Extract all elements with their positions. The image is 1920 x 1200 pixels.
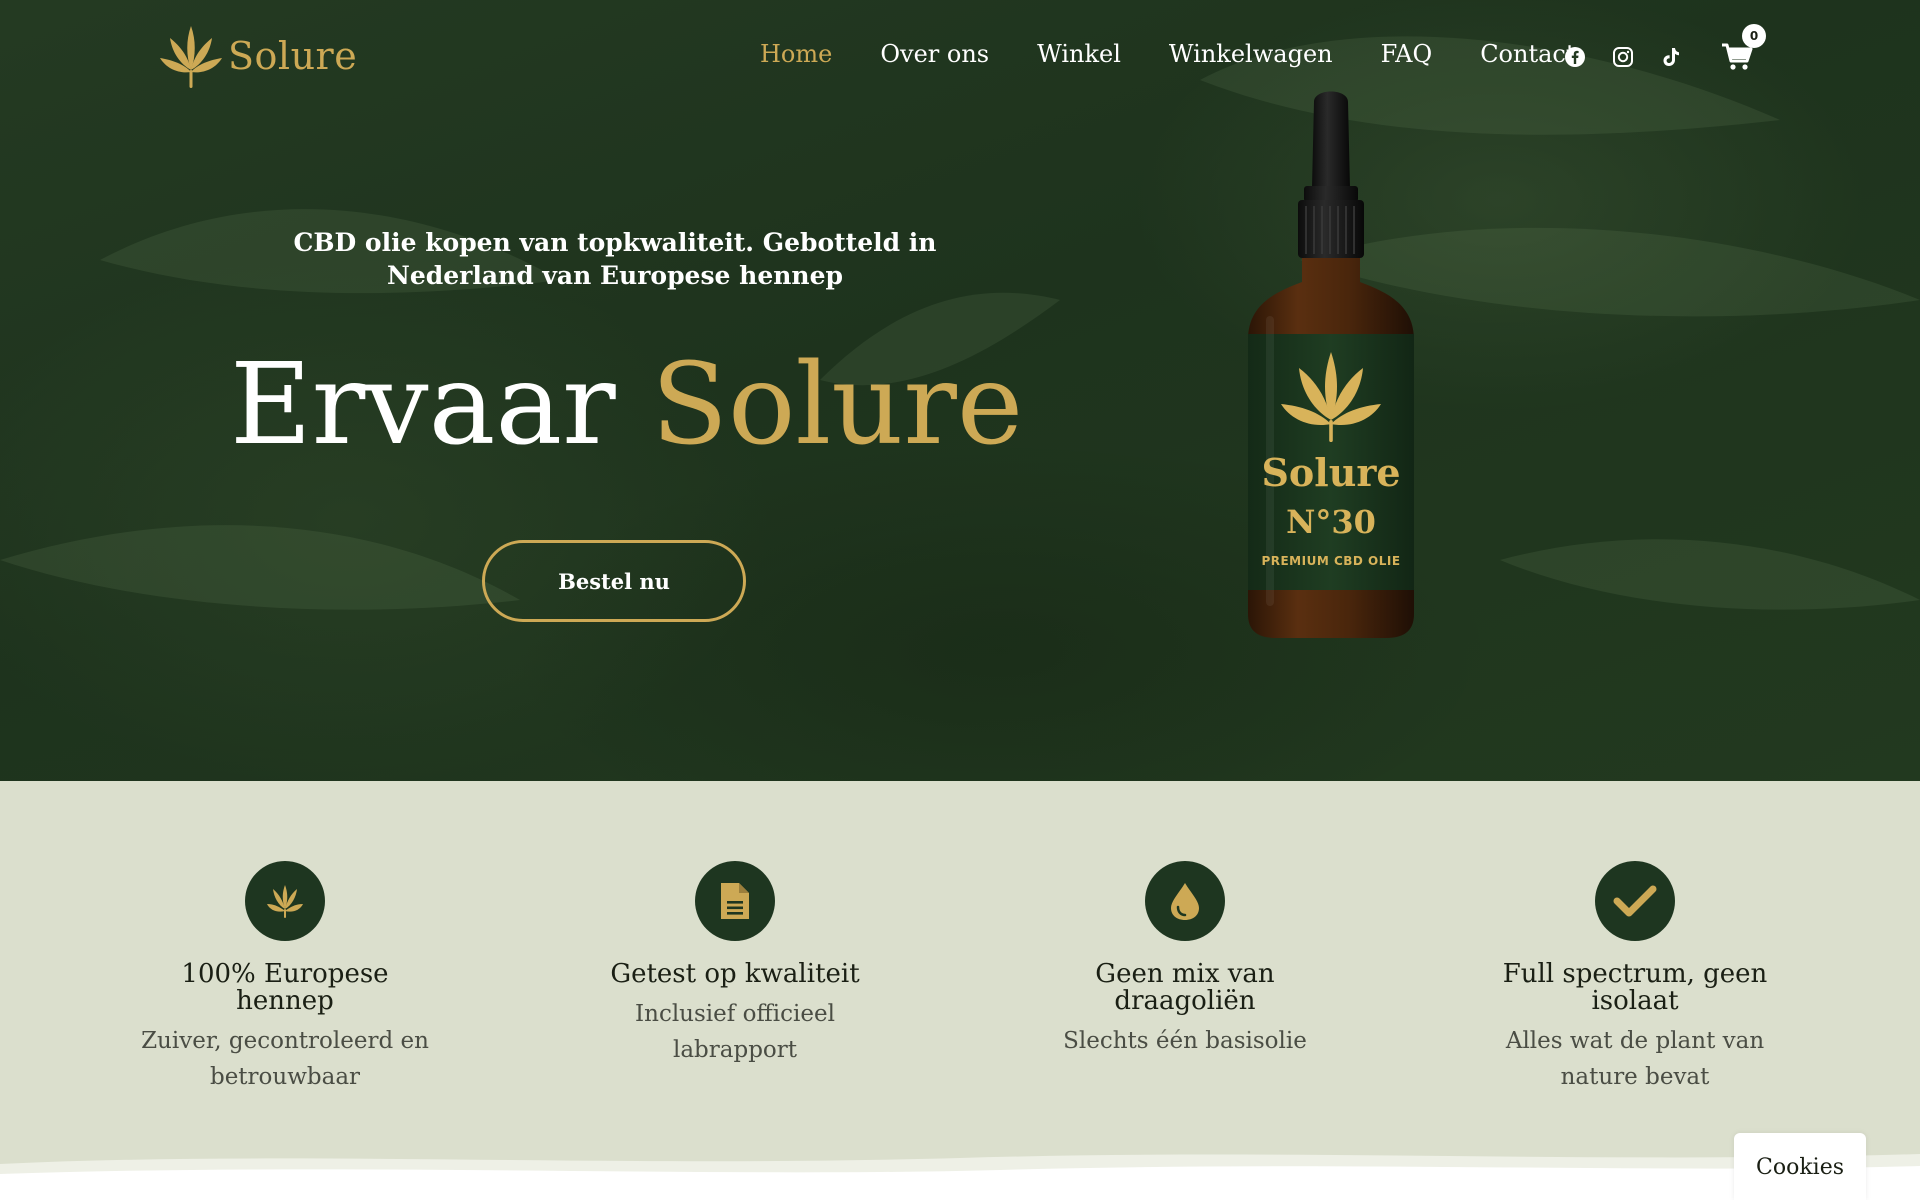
- product-name: Solure: [1261, 450, 1401, 495]
- feature-item: 100% Europese hennep Zuiver, gecontrolee…: [135, 861, 435, 1095]
- cart-count-badge: 0: [1742, 24, 1766, 48]
- feature-title: 100% Europese hennep: [181, 959, 389, 1016]
- feature-icon-circle: [1145, 861, 1225, 941]
- headline-white: Ervaar: [230, 340, 616, 470]
- nav-item-winkel[interactable]: Winkel: [1037, 40, 1121, 68]
- tiktok-icon[interactable]: [1660, 46, 1682, 68]
- feature-icon-circle: [695, 861, 775, 941]
- nav-item-contact[interactable]: Contact: [1480, 40, 1575, 68]
- instagram-icon[interactable]: [1612, 46, 1634, 68]
- product-number: N°30: [1286, 503, 1376, 541]
- nav-item-winkelwagen[interactable]: Winkelwagen: [1169, 40, 1333, 68]
- hero-tagline: CBD olie kopen van topkwaliteit. Gebotte…: [293, 228, 937, 290]
- feature-text: Slechts één basisolie: [1063, 1028, 1307, 1054]
- feature-text: Alles wat de plant van nature bevat: [1505, 1028, 1765, 1090]
- hemp-leaf-icon: [267, 885, 303, 918]
- hemp-leaf-icon: [160, 26, 222, 88]
- brand-logo[interactable]: Solure: [158, 22, 357, 90]
- facebook-icon[interactable]: [1564, 46, 1586, 68]
- order-now-button[interactable]: Bestel nu: [482, 540, 746, 622]
- document-icon: [721, 883, 749, 919]
- nav-item-faq[interactable]: FAQ: [1381, 40, 1433, 68]
- feature-title: Geen mix van draagoliën: [1095, 959, 1275, 1016]
- hero-section: Solure Home Over ons Winkel Winkelwagen …: [0, 0, 1920, 781]
- feature-text: Zuiver, gecontroleerd en betrouwbaar: [141, 1028, 429, 1090]
- headline-gold: Solure: [651, 340, 1024, 470]
- main-nav: Home Over ons Winkel Winkelwagen FAQ Con…: [760, 40, 1576, 68]
- social-links: [1564, 46, 1682, 68]
- cookies-button[interactable]: Cookies: [1734, 1133, 1866, 1200]
- features-section: 100% Europese hennep Zuiver, gecontrolee…: [0, 781, 1920, 1200]
- nav-item-home[interactable]: Home: [760, 40, 832, 68]
- feature-icon-circle: [245, 861, 325, 941]
- brand-name: Solure: [228, 34, 358, 78]
- feature-item: Full spectrum, geen isolaat Alles wat de…: [1485, 861, 1785, 1095]
- feature-title: Getest op kwaliteit: [610, 959, 860, 989]
- feature-item: Getest op kwaliteit Inclusief officieel …: [585, 861, 885, 1068]
- check-icon: [1613, 885, 1657, 917]
- feature-item: Geen mix van draagoliën Slechts één basi…: [1035, 861, 1335, 1059]
- feature-icon-circle: [1595, 861, 1675, 941]
- product-subtitle: PREMIUM CBD OLIE: [1261, 554, 1401, 568]
- hero-headline: Ervaar Solure: [230, 340, 1023, 470]
- drop-icon: [1171, 883, 1199, 920]
- nav-item-over-ons[interactable]: Over ons: [880, 40, 989, 68]
- feature-title: Full spectrum, geen isolaat: [1502, 959, 1768, 1016]
- feature-text: Inclusief officieel labrapport: [635, 1001, 835, 1063]
- section-divider-wave: [0, 1154, 1920, 1200]
